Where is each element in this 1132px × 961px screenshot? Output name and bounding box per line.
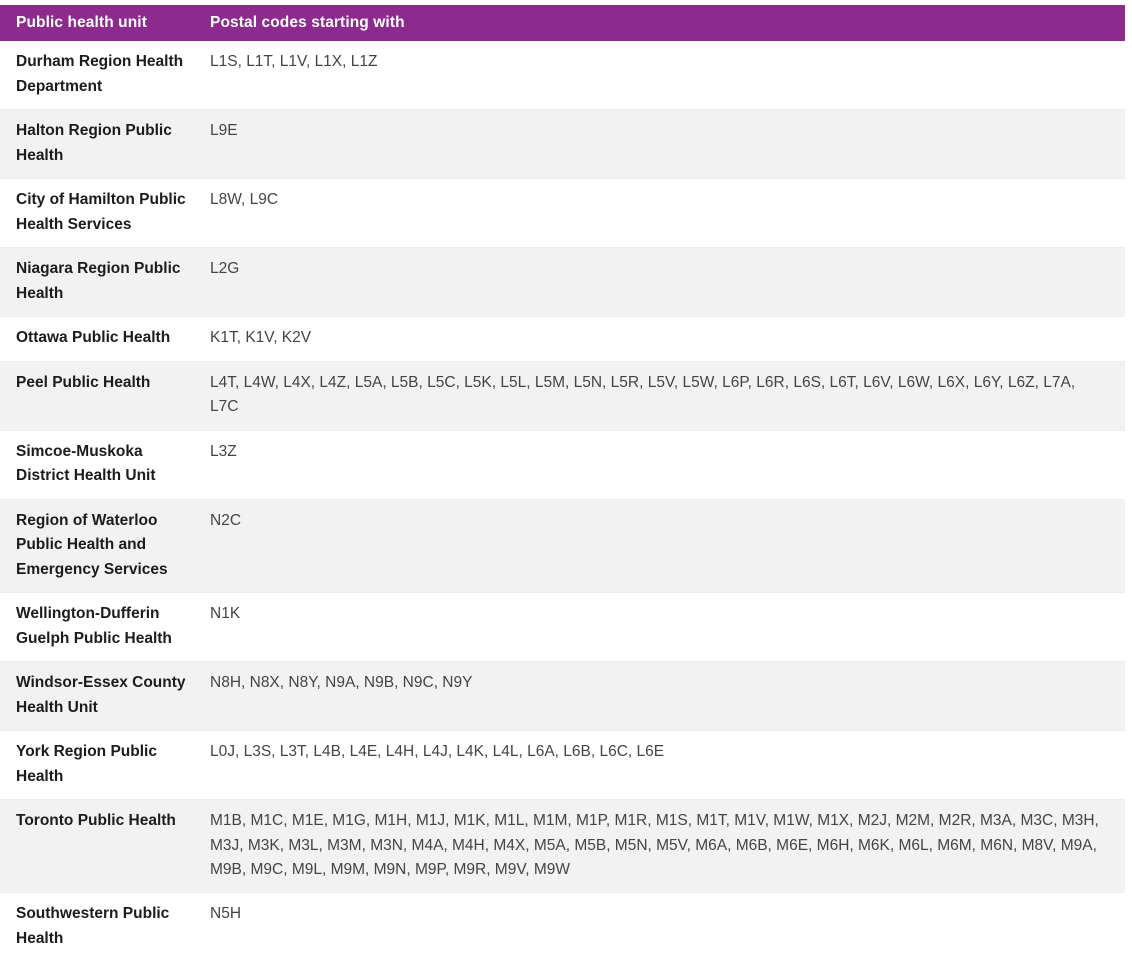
public-health-unit-postal-code-table: Public health unit Postal codes starting… [0, 5, 1125, 961]
table-row: Toronto Public Health M1B, M1C, M1E, M1G,… [0, 799, 1125, 893]
table-row: Southwestern Public Health N5H [0, 892, 1125, 961]
cell-public-health-unit: Southwestern Public Health [0, 892, 205, 961]
cell-postal-codes: K1T, K1V, K2V [205, 316, 1125, 362]
cell-postal-codes: L0J, L3S, L3T, L4B, L4E, L4H, L4J, L4K, … [205, 730, 1125, 800]
cell-public-health-unit: Halton Region Public Health [0, 109, 205, 179]
cell-postal-codes: N5H [205, 892, 1125, 961]
cell-public-health-unit: Toronto Public Health [0, 799, 205, 893]
cell-public-health-unit: Region of Waterloo Public Health and Eme… [0, 498, 205, 593]
cell-public-health-unit: City of Hamilton Public Health Services [0, 178, 205, 248]
table-row: Peel Public Health L4T, L4W, L4X, L4Z, L5… [0, 360, 1125, 431]
cell-postal-codes: L4T, L4W, L4X, L4Z, L5A, L5B, L5C, L5K, … [205, 360, 1125, 431]
table-row: Simcoe-Muskoka District Health Unit L3Z [0, 429, 1125, 500]
cell-postal-codes: N8H, N8X, N8Y, N9A, N9B, N9C, N9Y [205, 661, 1125, 731]
cell-postal-codes: M1B, M1C, M1E, M1G, M1H, M1J, M1K, M1L, … [205, 799, 1125, 893]
cell-postal-codes: L3Z [205, 429, 1125, 500]
column-header-postal-codes: Postal codes starting with [210, 14, 405, 31]
cell-public-health-unit: York Region Public Health [0, 730, 205, 800]
page-container: Public health unit Postal codes starting… [0, 0, 1132, 961]
cell-postal-codes: L1S, L1T, L1V, L1X, L1Z [210, 53, 378, 71]
cell-public-health-unit: Durham Region Health Department [16, 53, 184, 95]
cell-public-health-unit: Simcoe-Muskoka District Health Unit [0, 429, 205, 500]
cell-postal-codes: N2C [205, 498, 1125, 593]
cell-public-health-unit: Ottawa Public Health [0, 316, 205, 362]
table-header: Public health unit Postal codes starting… [0, 5, 1125, 42]
table-row: Halton Region Public Health L9E [0, 109, 1125, 179]
table-row: Niagara Region Public Health L2G [0, 247, 1125, 317]
cell-postal-codes: L8W, L9C [205, 178, 1125, 248]
table-row: Windsor-Essex County Health Unit N8H, N8X… [0, 661, 1125, 731]
table-body: Durham Region Health Department L1S, L1T,… [0, 41, 1125, 961]
cell-postal-codes: L2G [205, 247, 1125, 317]
cell-postal-codes: L9E [205, 109, 1125, 179]
column-header-public-health-unit: Public health unit [16, 14, 147, 31]
cell-public-health-unit: Wellington-Dufferin Guelph Public Health [0, 592, 205, 662]
table-header-row: Public health unit Postal codes starting… [0, 5, 1125, 42]
cell-public-health-unit: Windsor-Essex County Health Unit [0, 661, 205, 731]
table-row: York Region Public Health L0J, L3S, L3T, … [0, 730, 1125, 800]
table-row: Durham Region Health Department L1S, L1T,… [0, 41, 1125, 110]
table-row: Wellington-Dufferin Guelph Public Health… [0, 592, 1125, 662]
cell-public-health-unit: Niagara Region Public Health [0, 247, 205, 317]
table-row: Ottawa Public Health K1T, K1V, K2V [0, 316, 1125, 362]
table-row: Region of Waterloo Public Health and Eme… [0, 498, 1125, 593]
table-row: City of Hamilton Public Health Services L… [0, 178, 1125, 248]
cell-postal-codes: N1K [205, 592, 1125, 662]
cell-public-health-unit: Peel Public Health [0, 360, 205, 431]
